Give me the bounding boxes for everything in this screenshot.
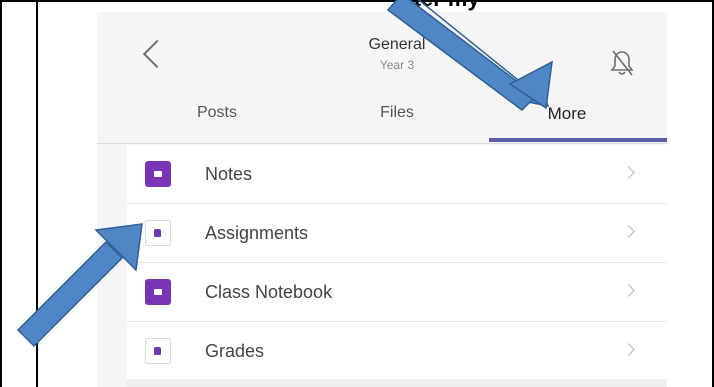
chevron-left-icon[interactable] (142, 39, 172, 69)
document-table-left-border (0, 0, 2, 387)
onenote-app-icon (145, 161, 171, 187)
menu-item-class-notebook[interactable]: Class Notebook (127, 263, 667, 322)
channel-title: General (368, 36, 426, 53)
grades-app-icon (145, 338, 171, 364)
tab-posts[interactable]: Posts (187, 104, 247, 122)
chevron-right-icon (622, 343, 635, 356)
class-notebook-app-icon (145, 279, 171, 305)
menu-item-notes[interactable]: Notes (127, 145, 667, 204)
bell-muted-icon[interactable] (608, 48, 636, 78)
tab-more[interactable]: More (527, 104, 607, 124)
chevron-right-icon (622, 284, 635, 297)
channel-header: General Year 3 Posts Files More (97, 12, 667, 144)
menu-item-label: Assignments (205, 223, 309, 243)
menu-item-label: Class Notebook (205, 282, 333, 302)
document-heading-fragment: pter my (240, 0, 640, 12)
tab-files[interactable]: Files (367, 104, 427, 122)
chevron-right-icon (622, 166, 635, 179)
menu-item-grades[interactable]: Grades (127, 322, 667, 381)
assignments-app-icon (145, 220, 171, 246)
menu-item-assignments[interactable]: Assignments (127, 204, 667, 263)
menu-item-label: Notes (205, 164, 253, 184)
list-footer-spacer (127, 379, 667, 387)
active-tab-indicator (489, 138, 667, 142)
header-divider (97, 143, 667, 144)
more-menu-list: Notes Assignments Class Notebook Grades (127, 145, 667, 381)
channel-subtitle: Year 3 (379, 58, 415, 72)
teams-mobile-screen: General Year 3 Posts Files More Notes As… (97, 12, 667, 387)
menu-item-label: Grades (205, 341, 265, 361)
document-table-column-border (36, 0, 38, 387)
chevron-right-icon (622, 225, 635, 238)
